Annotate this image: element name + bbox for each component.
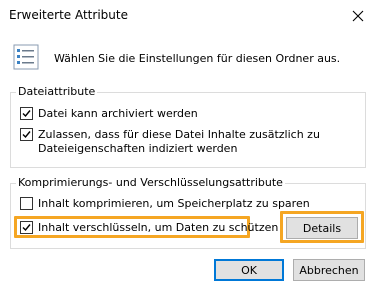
encrypt-label: Inhalt verschlüsseln, um Daten zu schütz…: [38, 221, 279, 234]
archive-label: Datei kann archiviert werden: [38, 107, 198, 120]
advanced-attributes-dialog: Erweiterte Attribute Wählen Sie die Eins…: [0, 0, 378, 292]
cancel-button[interactable]: Abbrechen: [293, 259, 365, 281]
index-label-line1: Zulassen, dass für diese Datei Inhalte z…: [38, 128, 320, 141]
settings-list-icon: [13, 44, 39, 70]
compress-encrypt-label: Komprimierungs- und Verschlüsselungsattr…: [16, 176, 285, 189]
index-label-line2: Dateieigenschaften indiziert werden: [38, 142, 238, 155]
index-checkbox-row[interactable]: Zulassen, dass für diese Datei Inhalte z…: [20, 128, 320, 156]
compress-checkbox-row[interactable]: Inhalt komprimieren, um Speicherplatz zu…: [20, 197, 310, 211]
checkmark-icon: [22, 224, 31, 232]
compress-label: Inhalt komprimieren, um Speicherplatz zu…: [38, 197, 310, 210]
index-label: Zulassen, dass für diese Datei Inhalte z…: [38, 128, 320, 156]
details-button[interactable]: Details: [286, 217, 358, 239]
encrypt-checkbox[interactable]: [20, 221, 33, 234]
archive-checkbox[interactable]: [20, 107, 33, 120]
file-attributes-label: Dateiattribute: [16, 85, 98, 98]
encrypt-checkbox-row[interactable]: Inhalt verschlüsseln, um Daten zu schütz…: [20, 221, 278, 235]
close-button[interactable]: [343, 3, 373, 29]
checkmark-icon: [22, 131, 31, 139]
ok-button[interactable]: OK: [214, 259, 284, 281]
close-icon: [352, 10, 364, 22]
checkmark-icon: [22, 110, 31, 118]
archive-checkbox-row[interactable]: Datei kann archiviert werden: [20, 107, 198, 121]
compress-checkbox[interactable]: [20, 197, 33, 210]
window-title: Erweiterte Attribute: [9, 8, 128, 22]
header-text: Wählen Sie die Einstellungen für diesen …: [54, 52, 341, 65]
title-bar: Erweiterte Attribute: [0, 0, 378, 30]
index-checkbox[interactable]: [20, 128, 33, 141]
